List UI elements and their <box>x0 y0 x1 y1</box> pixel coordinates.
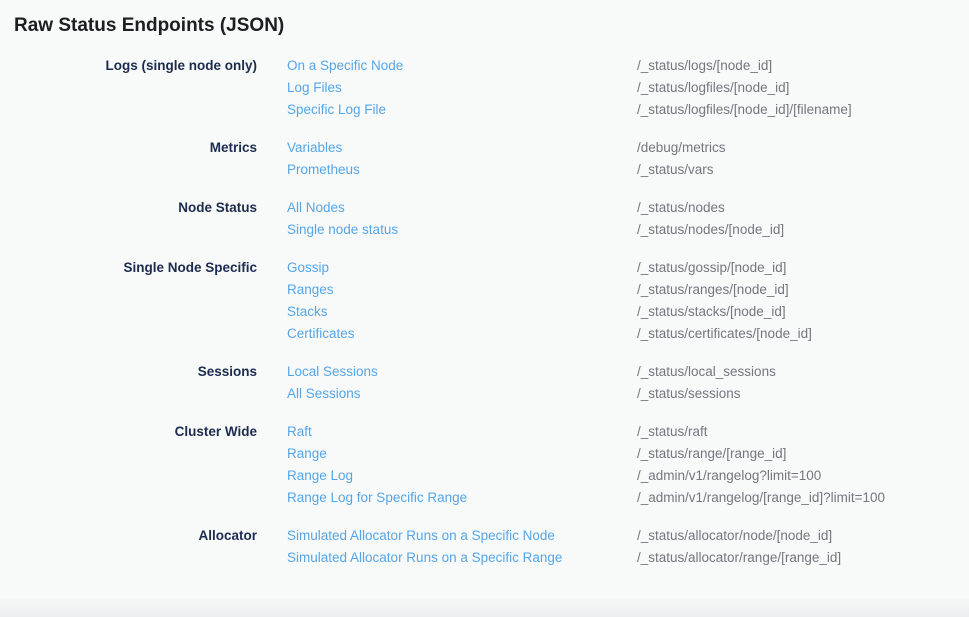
endpoint-url: /_status/raft <box>637 421 708 443</box>
category-label: Node Status <box>0 197 257 241</box>
endpoint-row: Range Log for Specific Range /_admin/v1/… <box>287 487 885 509</box>
section-rows: Local Sessions /_status/local_sessions A… <box>287 361 776 405</box>
endpoint-link[interactable]: Simulated Allocator Runs on a Specific R… <box>287 547 637 569</box>
endpoint-row: All Sessions /_status/sessions <box>287 383 776 405</box>
endpoint-url: /_status/vars <box>637 159 714 181</box>
endpoint-url: /_status/range/[range_id] <box>637 443 786 465</box>
endpoint-row: Simulated Allocator Runs on a Specific R… <box>287 547 841 569</box>
endpoint-link[interactable]: Range Log <box>287 465 637 487</box>
endpoint-row: Variables /debug/metrics <box>287 137 726 159</box>
category-label: Allocator <box>0 525 257 569</box>
category-label: Single Node Specific <box>0 257 257 345</box>
category-label: Cluster Wide <box>0 421 257 509</box>
endpoint-link[interactable]: Gossip <box>287 257 637 279</box>
endpoint-row: Simulated Allocator Runs on a Specific N… <box>287 525 841 547</box>
endpoint-row: Log Files /_status/logfiles/[node_id] <box>287 77 852 99</box>
endpoint-section-allocator: Allocator Simulated Allocator Runs on a … <box>0 525 969 569</box>
endpoint-url: /_status/allocator/range/[range_id] <box>637 547 841 569</box>
section-rows: Variables /debug/metrics Prometheus /_st… <box>287 137 726 181</box>
endpoint-row: Stacks /_status/stacks/[node_id] <box>287 301 812 323</box>
endpoint-link[interactable]: Specific Log File <box>287 99 637 121</box>
endpoint-url: /_status/gossip/[node_id] <box>637 257 786 279</box>
section-rows: Gossip /_status/gossip/[node_id] Ranges … <box>287 257 812 345</box>
category-label: Sessions <box>0 361 257 405</box>
endpoint-link[interactable]: Log Files <box>287 77 637 99</box>
endpoint-url: /_status/logfiles/[node_id] <box>637 77 789 99</box>
endpoint-url: /_admin/v1/rangelog/[range_id]?limit=100 <box>637 487 885 509</box>
endpoint-row: Certificates /_status/certificates/[node… <box>287 323 812 345</box>
endpoint-link[interactable]: Local Sessions <box>287 361 637 383</box>
endpoint-row: Single node status /_status/nodes/[node_… <box>287 219 784 241</box>
category-label: Metrics <box>0 137 257 181</box>
endpoint-row: Raft /_status/raft <box>287 421 885 443</box>
section-rows: Simulated Allocator Runs on a Specific N… <box>287 525 841 569</box>
endpoint-link[interactable]: Single node status <box>287 219 637 241</box>
endpoint-url: /_status/stacks/[node_id] <box>637 301 786 323</box>
endpoint-section-logs: Logs (single node only) On a Specific No… <box>0 55 969 121</box>
endpoint-link[interactable]: Prometheus <box>287 159 637 181</box>
endpoint-link[interactable]: Variables <box>287 137 637 159</box>
endpoint-link[interactable]: Stacks <box>287 301 637 323</box>
endpoint-url: /_status/logs/[node_id] <box>637 55 772 77</box>
endpoint-section-single-node-specific: Single Node Specific Gossip /_status/gos… <box>0 257 969 345</box>
endpoint-url: /_status/nodes <box>637 197 725 219</box>
endpoint-section-node-status: Node Status All Nodes /_status/nodes Sin… <box>0 197 969 241</box>
endpoint-url: /_status/ranges/[node_id] <box>637 279 789 301</box>
endpoints-table: Logs (single node only) On a Specific No… <box>0 55 969 569</box>
endpoint-row: Specific Log File /_status/logfiles/[nod… <box>287 99 852 121</box>
section-rows: On a Specific Node /_status/logs/[node_i… <box>287 55 852 121</box>
endpoint-section-cluster-wide: Cluster Wide Raft /_status/raft Range /_… <box>0 421 969 509</box>
endpoint-link[interactable]: Raft <box>287 421 637 443</box>
endpoint-row: Local Sessions /_status/local_sessions <box>287 361 776 383</box>
endpoint-section-metrics: Metrics Variables /debug/metrics Prometh… <box>0 137 969 181</box>
endpoint-row: On a Specific Node /_status/logs/[node_i… <box>287 55 852 77</box>
endpoint-url: /_status/allocator/node/[node_id] <box>637 525 832 547</box>
section-rows: All Nodes /_status/nodes Single node sta… <box>287 197 784 241</box>
endpoint-url: /_status/logfiles/[node_id]/[filename] <box>637 99 852 121</box>
page-title: Raw Status Endpoints (JSON) <box>14 14 969 37</box>
endpoint-url: /_status/sessions <box>637 383 741 405</box>
endpoint-url: /_status/certificates/[node_id] <box>637 323 812 345</box>
endpoint-link[interactable]: All Sessions <box>287 383 637 405</box>
endpoint-row: Range Log /_admin/v1/rangelog?limit=100 <box>287 465 885 487</box>
endpoint-link[interactable]: Simulated Allocator Runs on a Specific N… <box>287 525 637 547</box>
section-rows: Raft /_status/raft Range /_status/range/… <box>287 421 885 509</box>
endpoint-url: /_status/nodes/[node_id] <box>637 219 784 241</box>
endpoint-url: /_status/local_sessions <box>637 361 776 383</box>
endpoint-url: /_admin/v1/rangelog?limit=100 <box>637 465 821 487</box>
endpoint-link[interactable]: On a Specific Node <box>287 55 637 77</box>
endpoint-row: All Nodes /_status/nodes <box>287 197 784 219</box>
endpoint-row: Gossip /_status/gossip/[node_id] <box>287 257 812 279</box>
endpoint-link[interactable]: Ranges <box>287 279 637 301</box>
endpoint-url: /debug/metrics <box>637 137 726 159</box>
endpoint-link[interactable]: Certificates <box>287 323 637 345</box>
category-label: Logs (single node only) <box>0 55 257 121</box>
endpoint-link[interactable]: Range Log for Specific Range <box>287 487 637 509</box>
endpoint-row: Ranges /_status/ranges/[node_id] <box>287 279 812 301</box>
endpoint-row: Prometheus /_status/vars <box>287 159 726 181</box>
endpoint-link[interactable]: All Nodes <box>287 197 637 219</box>
page-bottom-edge <box>0 599 969 617</box>
endpoint-row: Range /_status/range/[range_id] <box>287 443 885 465</box>
endpoint-link[interactable]: Range <box>287 443 637 465</box>
endpoint-section-sessions: Sessions Local Sessions /_status/local_s… <box>0 361 969 405</box>
